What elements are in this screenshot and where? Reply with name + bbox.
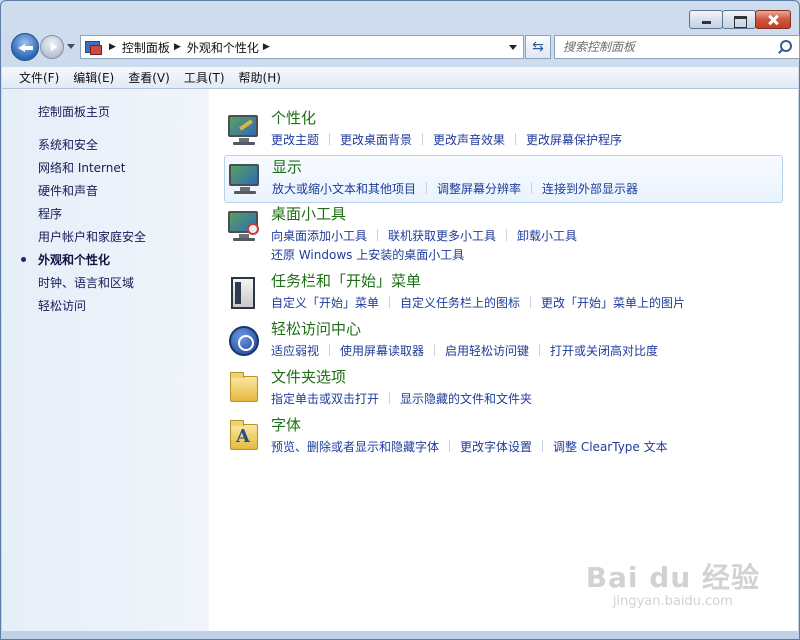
- category-gadgets: 桌面小工具 向桌面添加小工具 联机获取更多小工具 卸载小工具还原 Windows 上…: [224, 203, 783, 262]
- task-link[interactable]: 显示隐藏的文件和文件夹: [379, 390, 532, 409]
- task-link[interactable]: 自定义「开始」菜单: [271, 294, 379, 313]
- task-link[interactable]: 连接到外部显示器: [521, 180, 638, 199]
- category-links: 放大或缩小文本和其他项目 调整屏幕分辨率 连接到外部显示器: [272, 180, 792, 199]
- chevron-right-icon[interactable]: ▶: [263, 42, 270, 52]
- category-title[interactable]: 任务栏和「开始」菜单: [271, 270, 421, 291]
- menu-view[interactable]: 查看(V): [121, 68, 177, 88]
- navigation-bar: ▶ 控制面板 ▶ 外观和个性化 ▶ ⇆: [9, 33, 800, 61]
- content-area: 控制面板主页 系统和安全 网络和 Internet 硬件和声音 程序 用户帐户和…: [2, 89, 798, 631]
- sidebar-item-appearance[interactable]: 外观和个性化: [20, 251, 146, 274]
- forward-button[interactable]: [40, 35, 64, 59]
- watermark-main-text: Bai du 经验: [585, 561, 760, 594]
- display-icon[interactable]: [228, 162, 262, 196]
- main-panel: 个性化 更改主题 更改桌面背景 更改声音效果 更改屏幕保护程序 显示 放大或缩小文本和…: [209, 89, 798, 631]
- menu-tools[interactable]: 工具(T): [177, 68, 232, 88]
- category-folder-options: 文件夹选项 指定单击或双击打开 显示隐藏的文件和文件夹: [224, 366, 783, 414]
- ease-of-access-icon[interactable]: [227, 324, 261, 358]
- watermark-url-text: jingyan.baidu.com: [612, 594, 733, 609]
- chevron-right-icon[interactable]: ▶: [174, 42, 181, 52]
- search-box[interactable]: [554, 35, 800, 59]
- task-link[interactable]: 更改屏幕保护程序: [505, 131, 622, 150]
- breadcrumb-control-panel[interactable]: 控制面板: [122, 39, 170, 56]
- baidu-jingyan-watermark: Bai du 经验 jingyan.baidu.com: [586, 556, 760, 609]
- refresh-button[interactable]: ⇆: [525, 35, 551, 59]
- category-links: 更改主题 更改桌面背景 更改声音效果 更改屏幕保护程序: [271, 131, 791, 150]
- category-title[interactable]: 轻松访问中心: [271, 318, 361, 339]
- category-personalization: 个性化 更改主题 更改桌面背景 更改声音效果 更改屏幕保护程序: [224, 107, 783, 155]
- sidebar-item-network[interactable]: 网络和 Internet: [38, 159, 146, 182]
- sidebar-item-user-accounts[interactable]: 用户帐户和家庭安全: [38, 228, 146, 251]
- category-title[interactable]: 桌面小工具: [271, 203, 346, 224]
- category-taskbar: 任务栏和「开始」菜单 自定义「开始」菜单 自定义任务栏上的图标 更改「开始」菜单上的…: [224, 270, 783, 318]
- sidebar-item-hardware-sound[interactable]: 硬件和声音: [38, 182, 146, 205]
- task-link[interactable]: 指定单击或双击打开: [271, 390, 379, 409]
- category-title[interactable]: 显示: [272, 156, 302, 177]
- personalization-icon[interactable]: [227, 113, 261, 147]
- chevron-right-icon[interactable]: ▶: [109, 42, 116, 52]
- category-links: 向桌面添加小工具 联机获取更多小工具 卸载小工具还原 Windows 上安装的桌面小…: [271, 227, 791, 265]
- task-link[interactable]: 联机获取更多小工具: [367, 227, 496, 246]
- task-link[interactable]: 使用屏幕读取器: [319, 342, 424, 361]
- task-link[interactable]: 启用轻松访问键: [424, 342, 529, 361]
- category-title[interactable]: 文件夹选项: [271, 366, 346, 387]
- task-link[interactable]: 调整屏幕分辨率: [416, 180, 521, 199]
- task-link[interactable]: 适应弱视: [271, 342, 319, 361]
- sidebar-item-system-security[interactable]: 系统和安全: [38, 136, 146, 159]
- task-link[interactable]: 更改「开始」菜单上的图片: [520, 294, 685, 313]
- category-title[interactable]: 字体: [271, 414, 301, 435]
- taskbar-icon[interactable]: [227, 276, 261, 310]
- task-link[interactable]: 更改桌面背景: [319, 131, 412, 150]
- control-panel-window: ▶ 控制面板 ▶ 外观和个性化 ▶ ⇆ 文件(F) 编辑(E) 查看(V) 工具…: [0, 0, 800, 640]
- sidebar-item-programs[interactable]: 程序: [38, 205, 146, 228]
- category-links: 预览、删除或者显示和隐藏字体 更改字体设置 调整 ClearType 文本: [271, 438, 791, 457]
- caption-buttons: [689, 10, 791, 29]
- task-link[interactable]: 更改主题: [271, 131, 319, 150]
- task-link[interactable]: 预览、删除或者显示和隐藏字体: [271, 438, 439, 457]
- task-link[interactable]: 向桌面添加小工具: [271, 227, 367, 246]
- menu-bar: 文件(F) 编辑(E) 查看(V) 工具(T) 帮助(H): [2, 67, 798, 89]
- address-bar[interactable]: ▶ 控制面板 ▶ 外观和个性化 ▶: [80, 35, 524, 59]
- minimize-button[interactable]: [689, 10, 723, 29]
- breadcrumb-appearance[interactable]: 外观和个性化: [187, 39, 259, 56]
- fonts-icon[interactable]: A: [227, 420, 261, 454]
- refresh-icon: ⇆: [532, 39, 544, 55]
- sidebar-category-list: 系统和安全 网络和 Internet 硬件和声音 程序 用户帐户和家庭安全 外观…: [20, 136, 146, 320]
- task-link[interactable]: 更改声音效果: [412, 131, 505, 150]
- sidebar-item-clock-language[interactable]: 时钟、语言和区域: [38, 274, 146, 297]
- sidebar-home-link[interactable]: 控制面板主页: [38, 103, 110, 120]
- address-dropdown-icon[interactable]: [503, 36, 523, 58]
- sidebar: 控制面板主页 系统和安全 网络和 Internet 硬件和声音 程序 用户帐户和…: [2, 89, 209, 631]
- task-link[interactable]: 打开或关闭高对比度: [529, 342, 658, 361]
- task-link[interactable]: 自定义任务栏上的图标: [379, 294, 520, 313]
- task-link[interactable]: 调整 ClearType 文本: [532, 438, 668, 457]
- category-display: 显示 放大或缩小文本和其他项目 调整屏幕分辨率 连接到外部显示器: [224, 155, 783, 203]
- category-links: 适应弱视 使用屏幕读取器 启用轻松访问键 打开或关闭高对比度: [271, 342, 791, 361]
- task-link[interactable]: 放大或缩小文本和其他项目: [272, 180, 416, 199]
- close-button[interactable]: [755, 10, 791, 29]
- recent-pages-dropdown[interactable]: [67, 44, 75, 49]
- control-panel-icon: [85, 40, 102, 55]
- category-links: 自定义「开始」菜单 自定义任务栏上的图标 更改「开始」菜单上的图片: [271, 294, 791, 313]
- task-link[interactable]: 更改字体设置: [439, 438, 532, 457]
- category-links: 指定单击或双击打开 显示隐藏的文件和文件夹: [271, 390, 791, 409]
- maximize-button[interactable]: [722, 10, 756, 29]
- menu-help[interactable]: 帮助(H): [232, 68, 288, 88]
- task-link[interactable]: 还原 Windows 上安装的桌面小工具: [271, 246, 464, 265]
- search-icon[interactable]: [777, 40, 792, 54]
- category-ease-of-access: 轻松访问中心 适应弱视 使用屏幕读取器 启用轻松访问键 打开或关闭高对比度: [224, 318, 783, 366]
- folder-options-icon[interactable]: [227, 372, 261, 406]
- search-input[interactable]: [563, 37, 777, 57]
- category-title[interactable]: 个性化: [271, 107, 316, 128]
- menu-file[interactable]: 文件(F): [12, 68, 66, 88]
- category-fonts: A 字体 预览、删除或者显示和隐藏字体 更改字体设置 调整 ClearType 文本: [224, 414, 783, 462]
- sidebar-item-ease-of-access[interactable]: 轻松访问: [38, 297, 146, 320]
- task-link[interactable]: 卸载小工具: [496, 227, 577, 246]
- menu-edit[interactable]: 编辑(E): [66, 68, 121, 88]
- gadgets-icon[interactable]: [227, 209, 261, 243]
- back-button[interactable]: [11, 33, 39, 61]
